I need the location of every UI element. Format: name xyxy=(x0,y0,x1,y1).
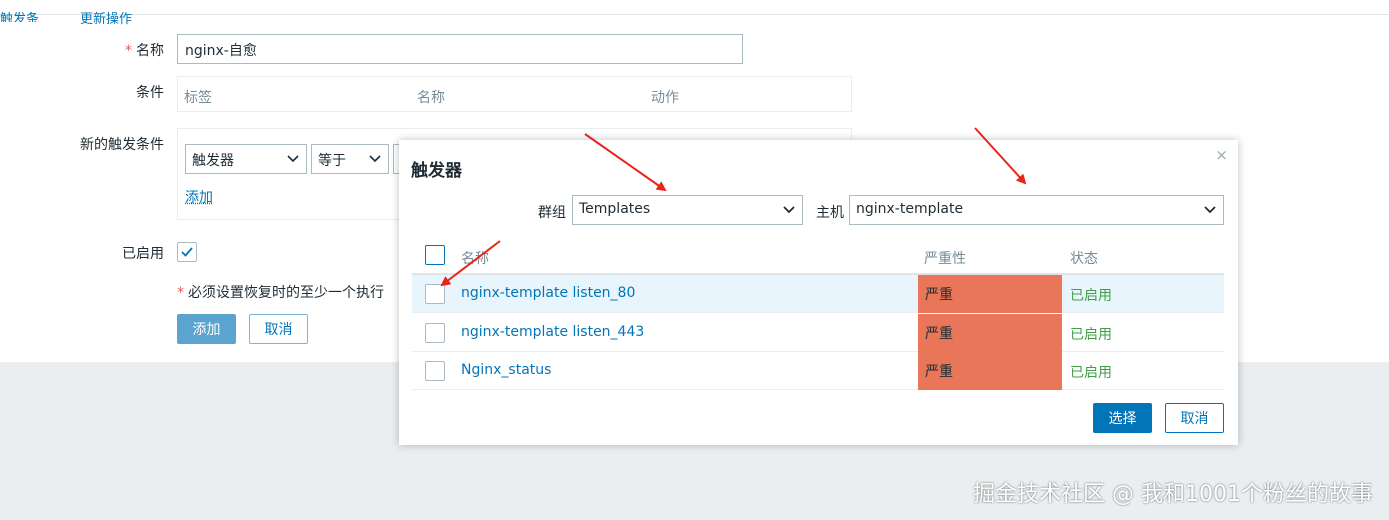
enabled-checkbox[interactable] xyxy=(177,242,197,262)
dialog-cancel-button[interactable]: 取消 xyxy=(1165,403,1224,433)
name-input[interactable]: nginx-自愈 xyxy=(177,34,743,64)
chevron-down-icon xyxy=(1204,206,1216,214)
severity-cell: 严重 xyxy=(918,352,1062,390)
table-row[interactable]: Nginx_status 严重 已启用 xyxy=(412,352,1224,390)
watermark: 掘金技术社区 @ 我和1001个粉丝的故事 xyxy=(973,482,1373,507)
status-text: 已启用 xyxy=(1070,288,1112,304)
condition-type-select[interactable]: 触发器 xyxy=(185,144,307,174)
tab-conditions[interactable]: 触发条件 xyxy=(0,8,50,22)
tabs-divider: 触发条件 更新操作 xyxy=(0,12,1389,27)
enabled-label: 已启用 xyxy=(122,246,164,262)
status-text: 已启用 xyxy=(1070,365,1112,381)
row-checkbox[interactable] xyxy=(425,284,445,304)
table-row[interactable]: nginx-template listen_443 严重 已启用 xyxy=(412,314,1224,352)
trigger-name-link[interactable]: nginx-template listen_80 xyxy=(461,285,635,301)
severity-cell: 严重 xyxy=(918,275,1062,313)
add-condition-link[interactable]: 添加 xyxy=(185,187,213,207)
host-select[interactable]: nginx-template xyxy=(849,195,1224,225)
add-button[interactable]: 添加 xyxy=(177,314,236,344)
table-row[interactable]: nginx-template listen_80 严重 已启用 xyxy=(412,275,1224,313)
trigger-name-link[interactable]: nginx-template listen_443 xyxy=(461,324,644,340)
required-mark: * xyxy=(125,43,132,59)
host-label: 主机 xyxy=(816,205,844,221)
cancel-button[interactable]: 取消 xyxy=(249,314,308,344)
conditions-header-tag: 标签 xyxy=(184,90,212,106)
column-header-severity: 严重性 xyxy=(924,251,966,267)
chevron-down-icon xyxy=(287,155,299,163)
tab-update-operations[interactable]: 更新操作 xyxy=(80,8,132,27)
close-icon[interactable]: × xyxy=(1215,146,1228,164)
trigger-select-dialog: 触发器 × 群组 Templates 主机 nginx-template 名称 … xyxy=(399,140,1238,445)
chevron-down-icon xyxy=(369,155,381,163)
select-button[interactable]: 选择 xyxy=(1093,403,1152,433)
check-icon xyxy=(181,247,193,257)
recovery-note: * 必须设置恢复时的至少一个执行 xyxy=(177,285,384,301)
conditions-header-name: 名称 xyxy=(417,90,445,106)
row-checkbox[interactable] xyxy=(425,323,445,343)
column-header-name: 名称 xyxy=(461,251,489,267)
name-label: * 名称 xyxy=(125,43,164,59)
dialog-title: 触发器 xyxy=(411,161,462,181)
condition-operator-select[interactable]: 等于 xyxy=(311,144,389,174)
group-select[interactable]: Templates xyxy=(572,195,803,225)
conditions-header-action: 动作 xyxy=(651,90,679,106)
trigger-table-header: 名称 严重性 状态 xyxy=(412,238,1224,275)
conditions-label: 条件 xyxy=(136,85,164,101)
group-label: 群组 xyxy=(538,205,566,221)
new-condition-label: 新的触发条件 xyxy=(80,137,164,153)
trigger-name-link[interactable]: Nginx_status xyxy=(461,362,551,378)
severity-cell: 严重 xyxy=(918,314,1062,352)
status-text: 已启用 xyxy=(1070,327,1112,343)
row-checkbox[interactable] xyxy=(425,361,445,381)
column-header-status: 状态 xyxy=(1070,251,1098,267)
chevron-down-icon xyxy=(783,206,795,214)
select-all-checkbox[interactable] xyxy=(425,245,445,265)
conditions-table: 标签 名称 动作 xyxy=(177,76,852,112)
